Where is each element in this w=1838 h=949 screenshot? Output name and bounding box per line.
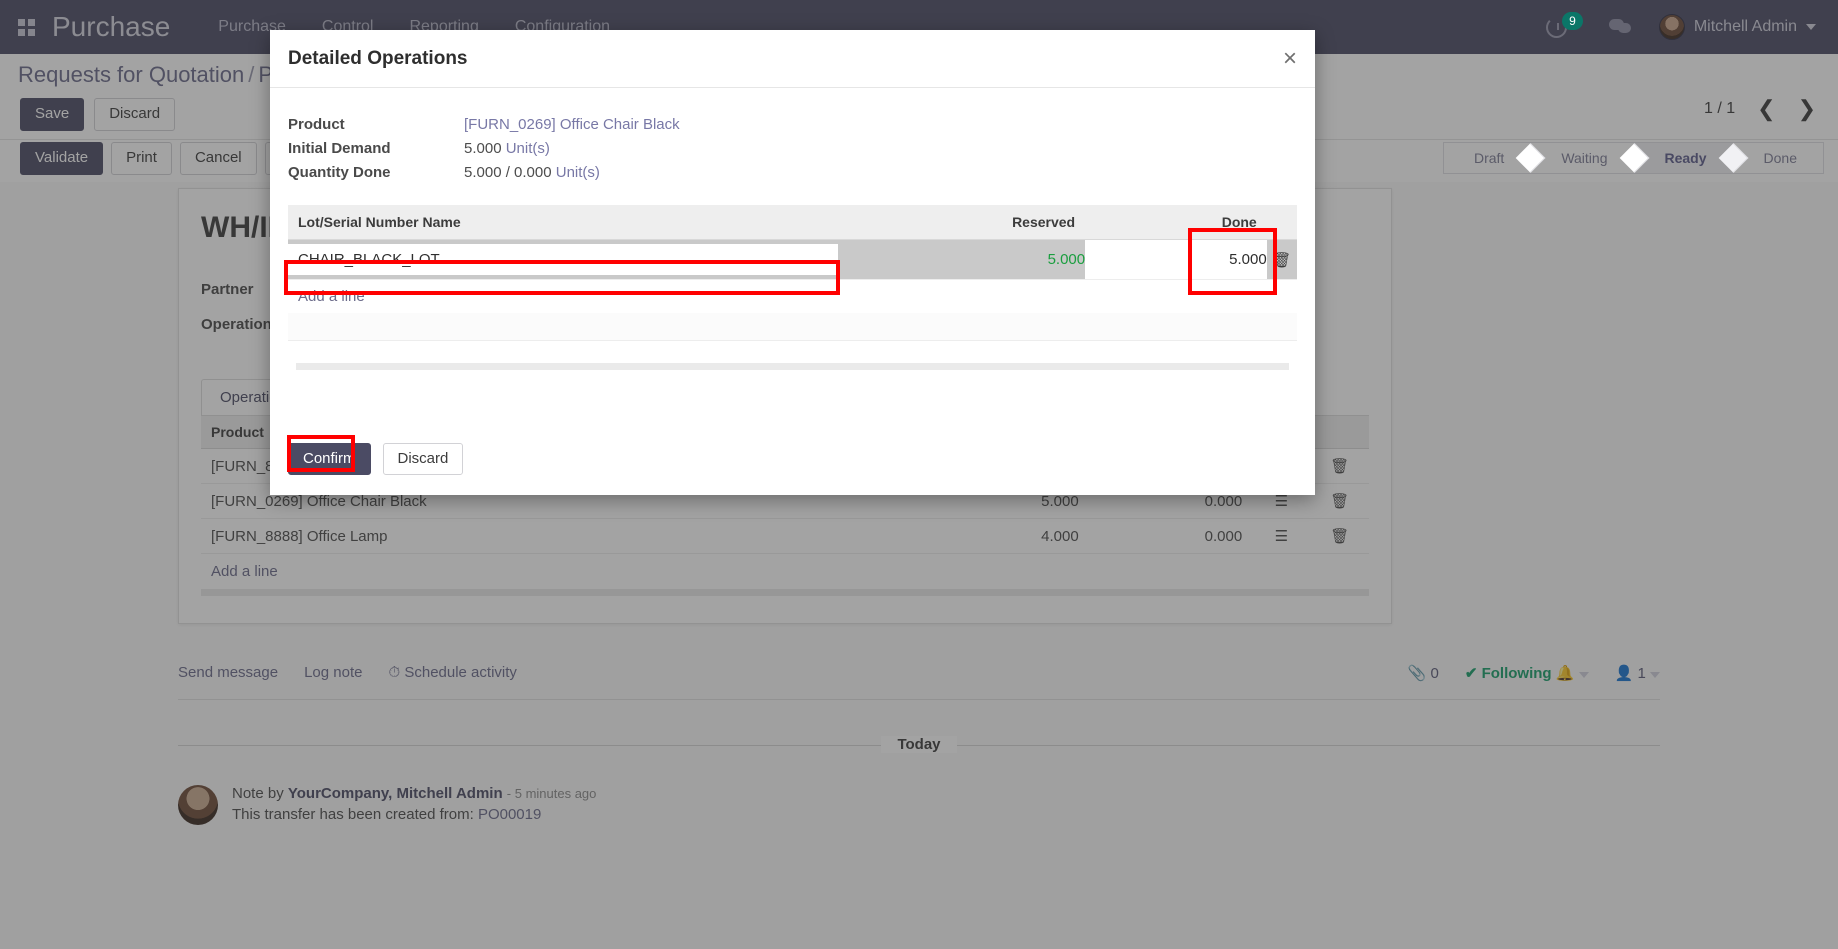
initial-demand-qty: 5.000 xyxy=(464,140,502,157)
col-reserved: Reserved xyxy=(837,205,1086,240)
quantity-done-label: Quantity Done xyxy=(288,164,391,181)
modal-add-a-line-button[interactable]: Add a line xyxy=(288,280,1297,313)
close-icon[interactable]: × xyxy=(1283,46,1297,71)
modal-overlay[interactable]: Detailed Operations × Product [FURN_0269… xyxy=(0,0,1838,949)
confirm-button[interactable]: Confirm xyxy=(288,442,371,476)
lot-table-header-row: Lot/Serial Number Name Reserved Done xyxy=(288,205,1297,240)
modal-table-footer-bar xyxy=(296,363,1289,370)
modal-title: Detailed Operations xyxy=(288,47,468,69)
cell-reserved: 5.000 xyxy=(837,239,1086,280)
trash-icon[interactable]: 🗑 xyxy=(1266,239,1297,280)
initial-demand-uom: Unit(s) xyxy=(505,140,550,157)
quantity-done-uom: Unit(s) xyxy=(555,164,600,181)
col-lot-serial-number-name: Lot/Serial Number Name xyxy=(288,205,838,240)
quantity-done-qty: 5.000 / 0.000 xyxy=(464,164,552,181)
lot-lines-table: Lot/Serial Number Name Reserved Done CHA… xyxy=(288,205,1297,280)
quantity-done-value: 5.000 / 0.000 Unit(s) xyxy=(464,164,1297,181)
product-value: [FURN_0269] Office Chair Black xyxy=(464,116,1297,133)
modal-empty-row xyxy=(288,313,1297,341)
modal-discard-button[interactable]: Discard xyxy=(382,442,464,476)
col-done: Done xyxy=(1085,205,1267,240)
lot-name-input[interactable]: CHAIR_BLACK_LOT xyxy=(288,244,838,275)
initial-demand-value: 5.000 Unit(s) xyxy=(464,140,1297,157)
modal-footer: Confirm Discard xyxy=(288,423,464,495)
detailed-operations-modal: Detailed Operations × Product [FURN_0269… xyxy=(270,30,1315,495)
modal-body: Product [FURN_0269] Office Chair Black I… xyxy=(270,88,1315,370)
initial-demand-label: Initial Demand xyxy=(288,140,391,157)
product-label: Product xyxy=(288,116,345,133)
cell-lot-name[interactable]: CHAIR_BLACK_LOT xyxy=(288,239,838,280)
modal-fields: Product [FURN_0269] Office Chair Black I… xyxy=(288,116,1297,181)
product-link[interactable]: [FURN_0269] Office Chair Black xyxy=(464,116,680,133)
col-delete xyxy=(1266,205,1297,240)
activity-count-badge: 9 xyxy=(1562,12,1583,30)
lot-table-row[interactable]: CHAIR_BLACK_LOT 5.000 5.000 🗑 xyxy=(288,239,1297,280)
cell-done[interactable]: 5.000 xyxy=(1085,239,1267,280)
modal-header: Detailed Operations × xyxy=(270,30,1315,88)
